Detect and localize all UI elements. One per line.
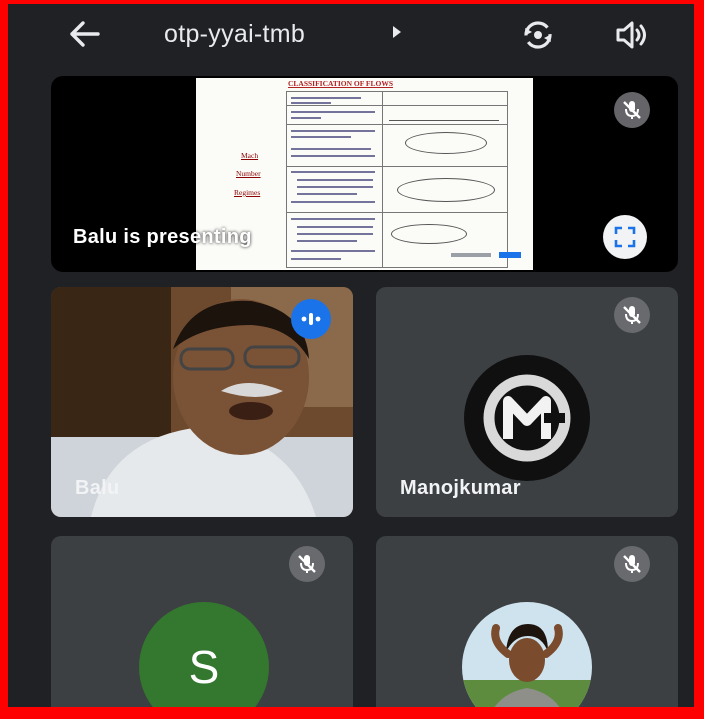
presentation-tile[interactable]: CLASSIFICATION OF FLOWS Mach Number Regi…	[51, 76, 678, 272]
mic-off-icon	[298, 555, 316, 573]
avatar	[462, 602, 592, 712]
presentation-muted-badge	[614, 92, 650, 128]
avatar	[464, 355, 590, 481]
slide-title: CLASSIFICATION OF FLOWS	[288, 79, 394, 88]
switch-camera-icon	[524, 21, 552, 49]
avatar-letter: S	[188, 641, 220, 693]
speaker-icon	[616, 21, 646, 49]
participant-tile[interactable]	[376, 536, 678, 712]
participant-name: Balu	[75, 477, 120, 499]
meeting-code[interactable]: otp-yyai-tmb	[164, 20, 305, 49]
participant-tile-balu[interactable]: Balu	[51, 287, 353, 517]
fullscreen-button[interactable]	[603, 215, 647, 259]
participant-tile-manojkumar[interactable]: Manojkumar	[376, 287, 678, 517]
participant-tile[interactable]: S	[51, 536, 353, 712]
slide-side-label: Mach	[241, 151, 259, 160]
muted-badge	[614, 546, 650, 582]
mic-off-icon	[623, 101, 641, 119]
profile-photo	[462, 602, 592, 712]
audio-level-icon	[301, 313, 321, 325]
presenter-label: Balu is presenting	[73, 226, 252, 248]
slide-table	[286, 91, 508, 268]
back-button[interactable]	[64, 16, 104, 52]
slide-side-label: Regimes	[234, 188, 261, 197]
top-bar: otp-yyai-tmb	[8, 4, 694, 64]
slide-side-label: Number	[236, 169, 261, 178]
fullscreen-icon	[614, 226, 636, 248]
participant-name: Manojkumar	[400, 477, 521, 499]
screen-border	[8, 707, 694, 712]
muted-badge	[614, 297, 650, 333]
mic-off-icon	[623, 306, 641, 324]
switch-camera-button[interactable]	[520, 18, 556, 52]
mic-off-icon	[623, 555, 641, 573]
muted-badge	[289, 546, 325, 582]
caret-right-icon[interactable]	[393, 26, 401, 38]
arrow-left-icon	[70, 21, 100, 47]
logo-icon	[483, 374, 571, 462]
speaking-badge	[291, 299, 331, 339]
speaker-button[interactable]	[614, 18, 650, 52]
slide-footer	[451, 252, 521, 258]
avatar: S	[139, 602, 269, 712]
meet-window: otp-yyai-tmb CLASSIFICATION OF FLOWS Mac…	[8, 4, 694, 712]
